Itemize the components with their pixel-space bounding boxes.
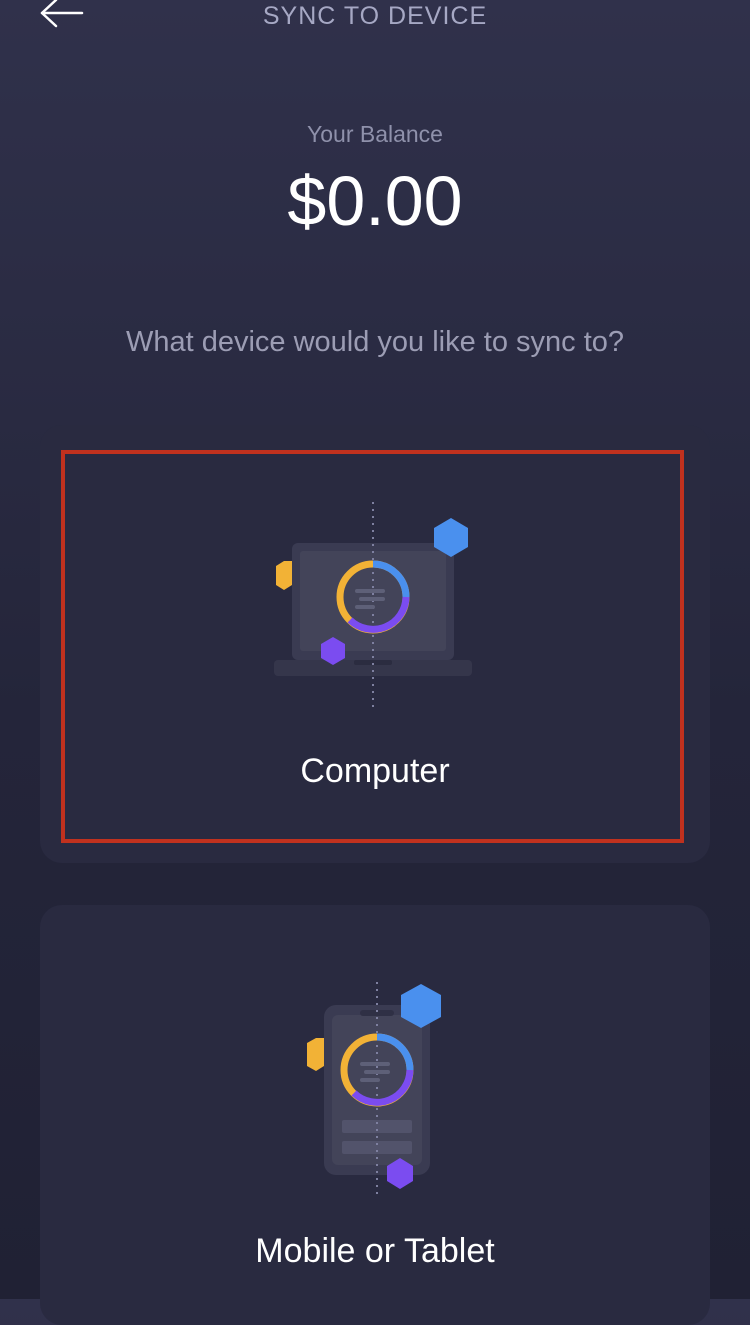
computer-option-card[interactable]: Computer [40,425,710,863]
phone-sync-icon [307,982,441,1198]
balance-value: $0.00 [287,162,463,240]
computer-option-label: Computer [300,752,450,790]
mobile-option-label: Mobile or Tablet [255,1232,495,1270]
device-question: What device would you like to sync to? [125,326,625,358]
laptop-sync-icon [274,502,472,710]
header: SYNC TO DEVICE [0,0,750,40]
balance-label: Your Balance [307,121,443,147]
page-title: SYNC TO DEVICE [262,2,488,30]
mobile-option-card[interactable]: Mobile or Tablet [40,905,710,1325]
